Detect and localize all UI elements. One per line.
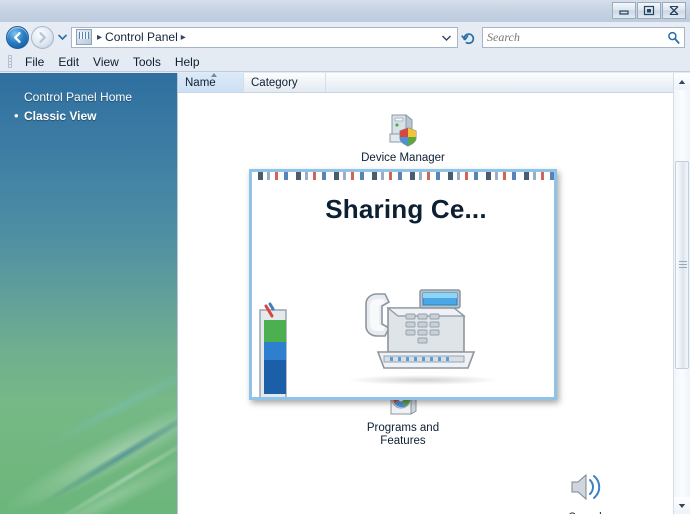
recent-pages-button[interactable] [56, 26, 69, 48]
column-header-row: Name Category [178, 73, 674, 93]
address-bar-row: ▸ Control Panel ▸ [0, 22, 690, 52]
sidebar-item-control-panel-home[interactable]: Control Panel Home [0, 87, 177, 106]
scrollbar-grip [679, 261, 687, 269]
menu-tools[interactable]: Tools [126, 54, 168, 70]
control-panel-window: ▸ Control Panel ▸ Fil [0, 0, 690, 514]
breadcrumb-bar[interactable]: ▸ Control Panel ▸ [71, 26, 458, 48]
cp-item-label: Programs and Features [366, 422, 440, 447]
fax-icon [358, 270, 488, 382]
magnifier-title: Sharing Ce... [325, 194, 487, 224]
close-button[interactable] [662, 2, 686, 19]
column-header-category[interactable]: Category [244, 73, 326, 92]
menu-file[interactable]: File [18, 54, 51, 70]
search-input[interactable] [487, 29, 667, 45]
magnifier-clipped-monitor-icon [252, 302, 288, 397]
back-button[interactable] [6, 25, 29, 49]
menu-drag-grip[interactable] [8, 55, 12, 68]
breadcrumb-separator-trailing[interactable]: ▸ [178, 32, 189, 43]
search-box[interactable] [482, 26, 685, 48]
device-manager-icon [381, 105, 425, 149]
magnifier-popup: Sharing Ce... [249, 169, 557, 400]
close-icon [669, 5, 679, 16]
sidebar-item-label: Classic View [24, 108, 97, 123]
menu-edit[interactable]: Edit [51, 54, 86, 70]
refresh-icon [461, 32, 475, 44]
menu-help[interactable]: Help [168, 54, 207, 70]
scroll-up-button[interactable] [674, 73, 690, 90]
column-header-label: Name [185, 76, 216, 89]
scroll-down-button[interactable] [674, 497, 690, 514]
cp-item-label: Device Manager [361, 152, 445, 164]
control-panel-icon [76, 29, 92, 45]
sidebar-list: Control Panel Home • Classic View [0, 73, 177, 125]
cp-item-sound[interactable]: Sound [178, 455, 628, 514]
breadcrumb-item-control-panel[interactable]: Control Panel [105, 30, 178, 44]
refresh-button[interactable] [458, 26, 480, 48]
maximize-button[interactable] [637, 2, 661, 19]
cp-item-realtek-hd-audio-manager[interactable]: Realtek HD Audio M... [628, 365, 690, 455]
forward-button[interactable] [31, 25, 54, 49]
magnifier-icon-shadow [348, 375, 498, 385]
minimize-button[interactable] [612, 2, 636, 19]
chevron-down-icon [678, 503, 686, 508]
chevron-up-icon [678, 79, 686, 84]
magnifier-clipped-icons-row [258, 172, 554, 180]
sidebar-item-label: Control Panel Home [24, 89, 133, 104]
sidebar-item-classic-view[interactable]: • Classic View [0, 106, 177, 125]
breadcrumb-separator-leading: ▸ [97, 31, 103, 43]
forward-arrow-icon [39, 31, 46, 43]
minimize-icon [619, 9, 629, 15]
search-icon[interactable] [667, 31, 680, 44]
sort-ascending-icon [210, 73, 217, 77]
navigation-pane: Control Panel Home • Classic View [0, 73, 177, 514]
cp-item-people-near-me[interactable]: People Near Me [628, 275, 690, 365]
title-bar [0, 0, 690, 22]
menu-bar: File Edit View Tools Help [0, 52, 690, 72]
back-arrow-icon [14, 31, 21, 43]
column-header-filler[interactable] [326, 73, 674, 92]
sound-icon [563, 465, 607, 509]
maximize-icon [643, 5, 655, 16]
sidebar-bullet: • [14, 108, 19, 123]
column-header-label: Category [251, 76, 298, 89]
window-controls [612, 2, 686, 19]
chevron-down-icon [58, 34, 67, 40]
column-header-name[interactable]: Name [178, 73, 244, 92]
breadcrumb-dropdown-icon[interactable] [442, 28, 455, 46]
chevron-down-icon [442, 35, 451, 41]
menu-view[interactable]: View [86, 54, 126, 70]
